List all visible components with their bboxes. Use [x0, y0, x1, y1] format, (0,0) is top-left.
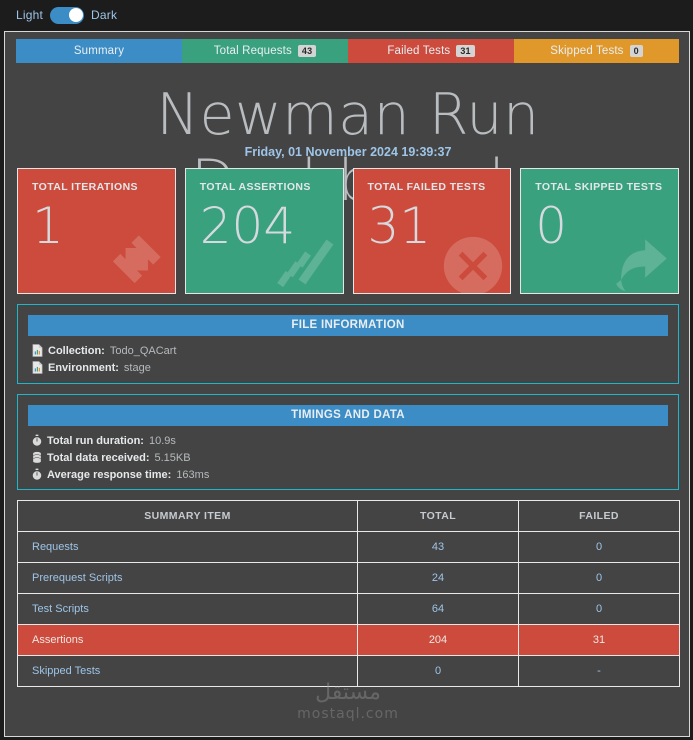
table-header-row: SUMMARY ITEM TOTAL FAILED	[17, 500, 680, 532]
timings-row-data-received: Total data received: 5.15KB	[26, 449, 670, 466]
timings-and-data-heading: TIMINGS AND DATA	[28, 405, 668, 426]
tab-skipped-tests-label: Skipped Tests	[550, 45, 624, 57]
timings-key-duration: Total run duration:	[47, 434, 144, 447]
table-cell-total: 0	[357, 655, 519, 687]
watermark: مستقل mostaql.com	[5, 681, 689, 723]
table-cell-item: Skipped Tests	[17, 655, 358, 687]
table-cell-failed: -	[518, 655, 680, 687]
timings-row-avg-response: Average response time: 163ms	[26, 466, 670, 483]
stat-card-total-assertions-label: TOTAL ASSERTIONS	[199, 181, 311, 193]
file-info-key-environment: Environment:	[48, 361, 119, 374]
table-row: Requests 43 0	[17, 531, 680, 563]
stat-card-total-skipped-tests: TOTAL SKIPPED TESTS 0	[520, 168, 679, 294]
file-icon	[32, 344, 43, 357]
table-cell-total: 204	[357, 624, 519, 656]
timings-key-avg-response: Average response time:	[47, 468, 172, 481]
stat-card-total-assertions: TOTAL ASSERTIONS 204	[184, 168, 344, 294]
tab-summary-label: Summary	[73, 45, 125, 57]
table-header-summary-item: SUMMARY ITEM	[17, 500, 358, 532]
stat-card-total-skipped-tests-label: TOTAL SKIPPED TESTS	[535, 181, 663, 193]
stat-card-total-skipped-tests-value: 0	[535, 197, 568, 255]
tab-bar: Summary Total Requests 43 Failed Tests 3…	[16, 39, 679, 63]
timings-key-data-received: Total data received:	[47, 451, 150, 464]
file-info-row-collection: Collection: Todo_QACart	[26, 342, 670, 359]
table-cell-item: Requests	[17, 531, 358, 563]
table-cell-failed: 0	[518, 531, 680, 563]
table-header-failed: FAILED	[518, 500, 680, 532]
dashboard-container: Summary Total Requests 43 Failed Tests 3…	[4, 31, 690, 737]
timings-value-avg-response: 163ms	[176, 468, 210, 481]
tab-total-requests-label: Total Requests	[213, 45, 292, 57]
table-row: Prerequest Scripts 24 0	[17, 562, 680, 594]
table-cell-item: Prerequest Scripts	[17, 562, 358, 594]
table-cell-total: 24	[357, 562, 519, 594]
stat-card-total-iterations: TOTAL ITERATIONS 1	[17, 168, 176, 294]
table-row: Skipped Tests 0 -	[17, 655, 680, 687]
table-cell-total: 43	[357, 531, 519, 563]
table-cell-failed: 31	[518, 624, 680, 656]
tab-failed-tests-label: Failed Tests	[387, 45, 451, 57]
tab-total-requests-badge: 43	[297, 45, 317, 57]
file-info-row-environment: Environment: stage	[26, 359, 670, 376]
watermark-latin: mostaql.com	[297, 706, 399, 722]
table-cell-failed: 0	[518, 562, 680, 594]
stat-card-total-failed-tests-value: 31	[367, 197, 432, 255]
tab-failed-tests-badge: 31	[456, 45, 475, 57]
file-information-panel: FILE INFORMATION Collection: Todo_QACart	[17, 304, 679, 384]
stat-card-total-iterations-label: TOTAL ITERATIONS	[32, 181, 138, 193]
stat-card-total-iterations-value: 1	[32, 197, 64, 255]
theme-switch-knob	[68, 8, 83, 22]
run-timestamp: Friday, 01 November 2024 19:39:37	[244, 145, 452, 159]
dark-label: Dark	[91, 8, 118, 22]
tab-failed-tests[interactable]: Failed Tests 31	[348, 39, 514, 63]
summary-table: SUMMARY ITEM TOTAL FAILED Requests 43 0 …	[17, 500, 680, 687]
file-info-value-environment: stage	[123, 361, 151, 374]
database-icon	[32, 451, 42, 464]
table-row: Test Scripts 64 0	[17, 593, 680, 625]
tab-skipped-tests[interactable]: Skipped Tests 0	[514, 39, 679, 63]
theme-toggle-bar: Light Dark	[0, 0, 693, 30]
tab-summary[interactable]: Summary	[16, 39, 182, 63]
file-info-value-collection: Todo_QACart	[109, 344, 177, 357]
timings-value-data-received: 5.15KB	[154, 451, 191, 464]
table-cell-item: Assertions	[17, 624, 358, 656]
stat-card-total-failed-tests-label: TOTAL FAILED TESTS	[367, 181, 486, 193]
file-information-heading: FILE INFORMATION	[28, 315, 668, 336]
table-cell-item: Test Scripts	[17, 593, 358, 625]
tab-skipped-tests-badge: 0	[629, 45, 643, 57]
stat-card-total-assertions-value: 204	[199, 197, 296, 255]
stopwatch-icon	[32, 468, 42, 481]
stopwatch-icon	[32, 434, 42, 447]
file-icon	[32, 361, 43, 374]
timings-value-duration: 10.9s	[148, 434, 176, 447]
table-row: Assertions 204 31	[17, 624, 680, 656]
table-header-total: TOTAL	[357, 500, 519, 532]
stat-card-total-failed-tests: TOTAL FAILED TESTS 31	[352, 168, 512, 294]
timings-row-duration: Total run duration: 10.9s	[26, 432, 670, 449]
stat-card-row: TOTAL ITERATIONS 1 TOTAL ASSERTIONS 204	[17, 168, 679, 294]
table-cell-total: 64	[357, 593, 519, 625]
tab-total-requests[interactable]: Total Requests 43	[182, 39, 348, 63]
timings-and-data-panel: TIMINGS AND DATA Total run duration: 10.…	[17, 394, 679, 490]
page-root: Light Dark Summary Total Requests 43 Fai…	[0, 0, 693, 740]
theme-switch[interactable]	[50, 6, 85, 24]
table-cell-failed: 0	[518, 593, 680, 625]
file-info-key-collection: Collection:	[48, 344, 105, 357]
light-label: Light	[16, 8, 44, 22]
